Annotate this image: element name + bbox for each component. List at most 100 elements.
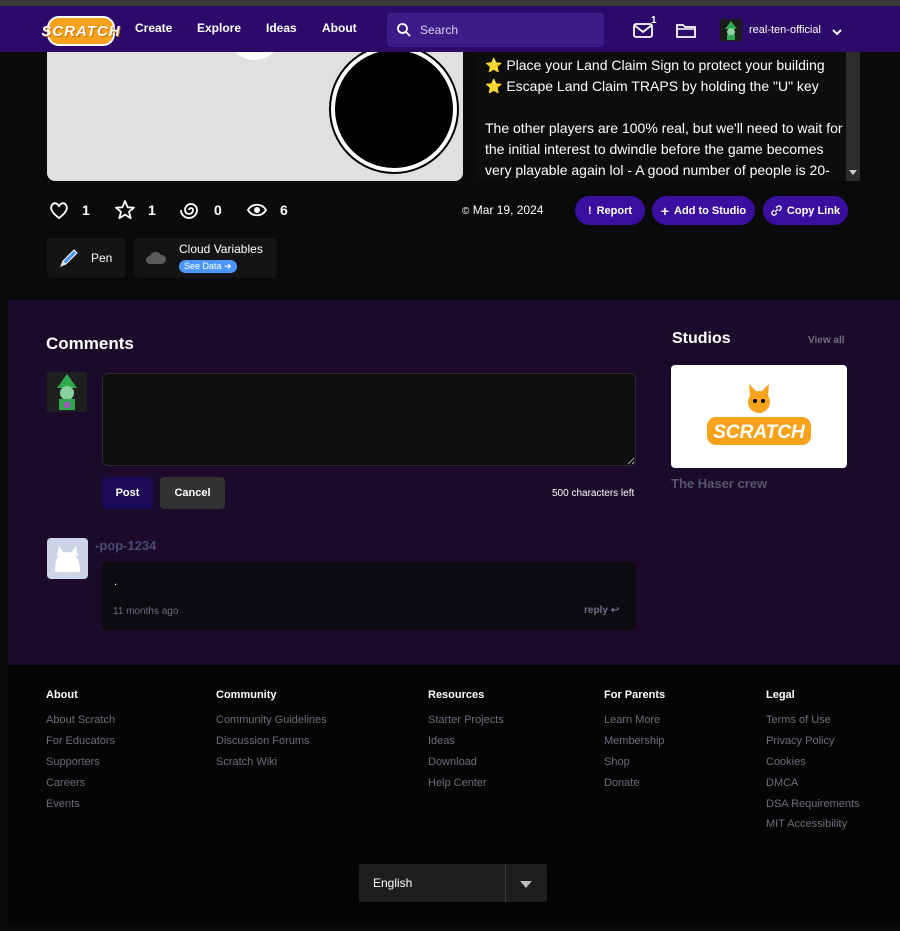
nav-create[interactable]: Create xyxy=(135,21,172,35)
add-to-studio-button[interactable]: + Add to Studio xyxy=(652,196,755,225)
footer-link[interactable]: Donate xyxy=(604,777,639,789)
pen-icon xyxy=(60,249,78,267)
cloud-icon xyxy=(146,251,167,264)
love-stat[interactable]: 1 xyxy=(48,199,90,221)
footer-link[interactable]: Download xyxy=(428,756,477,768)
footer-link[interactable]: Careers xyxy=(46,777,85,789)
footer-heading-community: Community xyxy=(216,689,277,701)
footer-link[interactable]: Terms of Use xyxy=(766,714,831,726)
favorite-count: 1 xyxy=(148,202,156,218)
link-icon xyxy=(771,205,782,216)
footer-link[interactable]: Supporters xyxy=(46,756,100,768)
views-count: 6 xyxy=(280,202,288,218)
scratch-logo[interactable]: SCRATCH xyxy=(41,16,120,46)
footer-link[interactable]: About Scratch xyxy=(46,714,115,726)
search-icon xyxy=(397,23,411,37)
footer-heading-about: About xyxy=(46,689,78,701)
see-data-label: See Data xyxy=(184,261,222,271)
comments-title: Comments xyxy=(46,334,134,353)
message-count-badge: 1 xyxy=(651,15,657,26)
extension-cloud-variables: Cloud Variables See Data ➜ xyxy=(134,238,277,278)
studio-logo-text: SCRATCH xyxy=(713,422,806,443)
language-select[interactable]: English xyxy=(359,864,547,902)
footer-heading-legal: Legal xyxy=(766,689,795,701)
footer-link[interactable]: Shop xyxy=(604,756,630,768)
report-button[interactable]: ! Report xyxy=(575,196,645,225)
project-date: © Mar 19, 2024 xyxy=(462,203,543,217)
footer-link[interactable]: Events xyxy=(46,798,80,810)
footer-heading-resources: Resources xyxy=(428,689,485,701)
copyright-icon: © xyxy=(462,206,470,217)
footer-link[interactable]: Community Guidelines xyxy=(216,714,327,726)
footer-link[interactable]: Learn More xyxy=(604,714,660,726)
footer-link[interactable]: Privacy Policy xyxy=(766,735,834,747)
username-label[interactable]: real-ten-official xyxy=(749,24,821,36)
footer-link[interactable]: Help Center xyxy=(428,777,487,789)
comment-text: . xyxy=(114,576,118,588)
select-divider xyxy=(505,864,506,902)
reply-button[interactable]: reply ↩ xyxy=(584,605,619,616)
comment-time: 11 months ago xyxy=(113,606,179,617)
copy-link-button[interactable]: Copy Link xyxy=(763,196,848,225)
date-text: Mar 19, 2024 xyxy=(472,203,544,217)
studios-title: Studios xyxy=(672,330,731,347)
language-value: English xyxy=(373,876,413,890)
footer-heading-parents: For Parents xyxy=(604,689,666,701)
my-avatar xyxy=(47,372,87,412)
reply-arrow-icon: ↩ xyxy=(610,605,620,616)
arrow-right-icon: ➜ xyxy=(224,261,232,271)
description-scrollbar[interactable] xyxy=(846,52,860,181)
nav-ideas[interactable]: Ideas xyxy=(266,21,297,35)
comment-textarea[interactable] xyxy=(102,373,636,466)
top-navbar: SCRATCH Create Explore Ideas About 1 rea… xyxy=(0,0,900,52)
footer-link[interactable]: MIT Accessibility xyxy=(766,818,847,830)
footer-link[interactable]: Ideas xyxy=(428,735,455,747)
plus-icon: + xyxy=(660,202,670,219)
comment-bubble xyxy=(102,562,636,630)
stage-sprite-top xyxy=(227,52,282,60)
footer-link[interactable]: Starter Projects xyxy=(428,714,504,726)
footer-link[interactable]: DSA Requirements xyxy=(766,798,860,810)
scroll-down-arrow-icon[interactable] xyxy=(849,170,857,175)
description-line: The other players are 100% real, but we'… xyxy=(485,120,843,178)
favorite-stat[interactable]: 1 xyxy=(114,199,156,221)
footer-link[interactable]: Discussion Forums xyxy=(216,735,310,747)
copy-link-label: Copy Link xyxy=(786,204,841,217)
exclamation-icon: ! xyxy=(587,204,592,217)
remix-spiral-icon xyxy=(180,203,198,219)
description-line: ⭐ Escape Land Claim TRAPS by holding the… xyxy=(485,78,819,94)
commenter-username[interactable]: -pop-1234 xyxy=(95,538,156,553)
footer-link[interactable]: Cookies xyxy=(766,756,806,768)
nav-about[interactable]: About xyxy=(322,21,357,35)
search-bar[interactable] xyxy=(387,13,604,47)
view-all-link[interactable]: View all xyxy=(808,335,845,346)
heart-icon xyxy=(50,202,68,220)
commenter-avatar[interactable] xyxy=(47,538,88,579)
search-input[interactable] xyxy=(420,23,590,37)
my-stuff-folder-icon[interactable] xyxy=(675,19,697,41)
footer-link[interactable]: Membership xyxy=(604,735,665,747)
remix-count: 0 xyxy=(214,202,222,218)
scratch-cat-logo: SCRATCH xyxy=(705,383,813,447)
footer-link[interactable]: Scratch Wiki xyxy=(216,756,277,768)
cancel-button[interactable]: Cancel xyxy=(160,477,225,509)
caret-down-icon xyxy=(520,881,532,888)
footer-link[interactable]: For Educators xyxy=(46,735,115,747)
nav-explore[interactable]: Explore xyxy=(197,21,241,35)
characters-left: 500 characters left xyxy=(552,488,635,499)
extension-label: Cloud Variables xyxy=(179,242,263,256)
see-data-button[interactable]: See Data ➜ xyxy=(179,260,237,273)
add-to-studio-label: Add to Studio xyxy=(674,204,747,217)
studio-name[interactable]: The Haser crew xyxy=(671,476,767,491)
love-count: 1 xyxy=(82,202,90,218)
studio-thumbnail[interactable]: SCRATCH xyxy=(671,365,847,468)
stage-sprite-circle xyxy=(331,52,457,172)
star-icon xyxy=(115,200,135,220)
report-label: Report xyxy=(596,204,633,217)
project-stage[interactable] xyxy=(47,52,463,181)
extension-label: Pen xyxy=(91,251,113,265)
user-avatar[interactable] xyxy=(720,19,742,41)
footer-link[interactable]: DMCA xyxy=(766,777,798,789)
post-button[interactable]: Post xyxy=(102,477,153,509)
chevron-down-icon[interactable] xyxy=(831,26,843,38)
